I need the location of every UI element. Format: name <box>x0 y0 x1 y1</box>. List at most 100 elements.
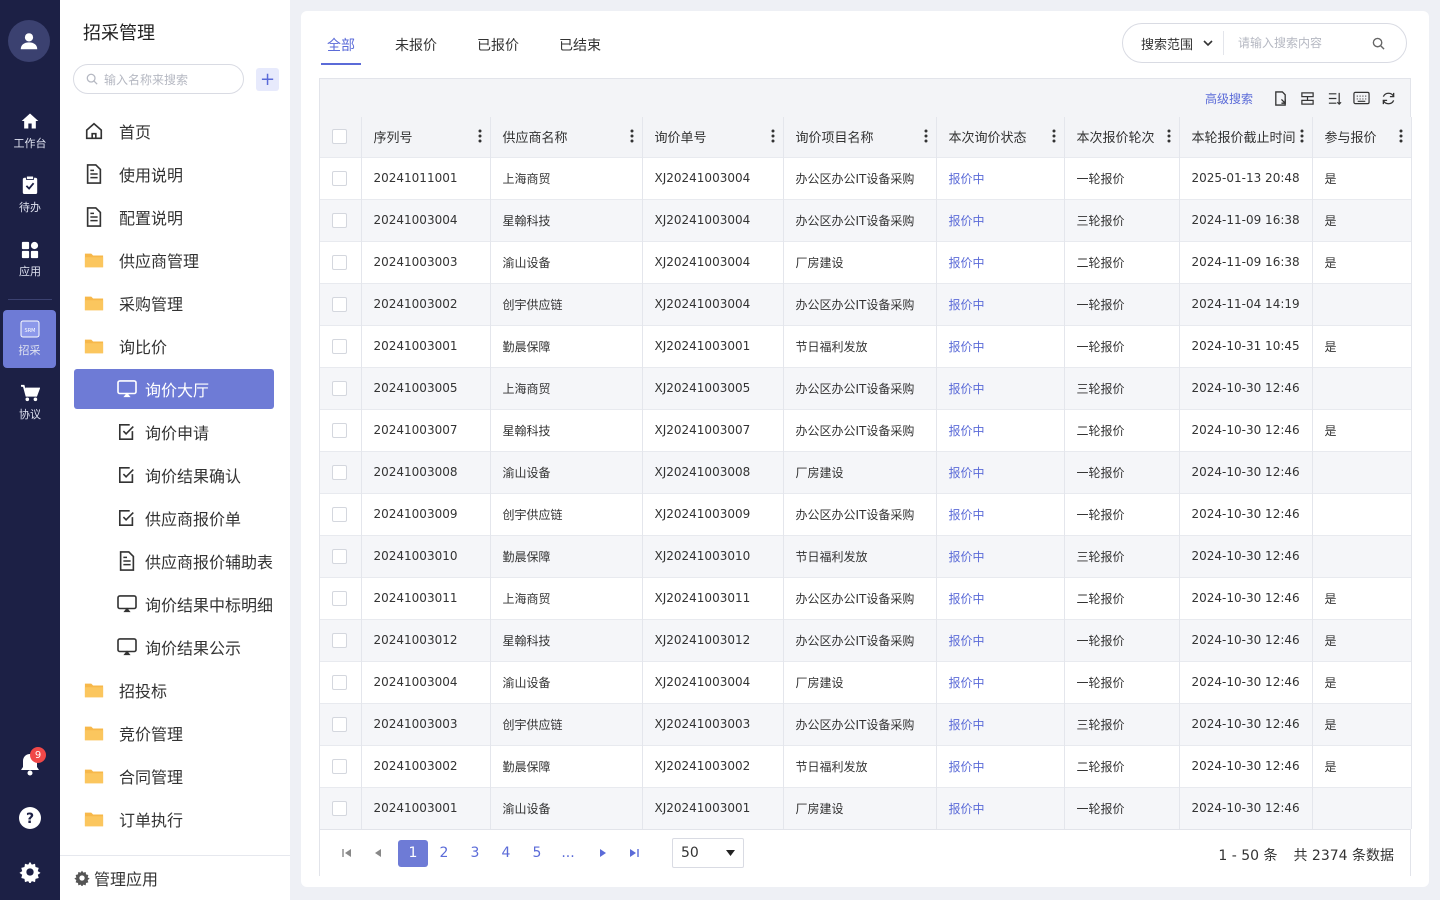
last-page-button[interactable] <box>623 842 645 864</box>
notifications-button[interactable] <box>0 744 60 784</box>
column-header[interactable]: 本次询价状态 <box>936 117 1065 157</box>
table-row[interactable]: 20241003007 星翰科技 XJ20241003007 办公区办公IT设备采购报… <box>320 408 1412 451</box>
sidebar-item-1[interactable]: 使用说明 <box>83 154 283 194</box>
column-menu-icon[interactable] <box>1300 129 1304 147</box>
row-checkbox[interactable] <box>332 380 347 396</box>
table-row[interactable]: 20241003012 星翰科技 XJ20241003012 办公区办公IT设备采购报… <box>320 618 1412 661</box>
column-header[interactable]: 询价项目名称 <box>783 117 937 157</box>
column-menu-icon[interactable] <box>924 129 928 147</box>
column-header[interactable]: 询价单号 <box>642 117 784 157</box>
row-checkbox[interactable] <box>332 212 347 228</box>
row-checkbox[interactable] <box>332 590 347 606</box>
rail-item-todo[interactable]: 待办 <box>0 166 60 224</box>
sidebar-item-5[interactable]: 询比价 <box>83 326 283 366</box>
sidebar-item-11[interactable]: 询价结果中标明细 <box>74 584 274 624</box>
sidebar-item-15[interactable]: 合同管理 <box>83 756 283 796</box>
manage-apps-button[interactable]: 管理应用 <box>60 855 290 900</box>
sidebar-item-2[interactable]: 配置说明 <box>83 197 283 237</box>
tab-ended[interactable]: 已结束 <box>553 31 607 65</box>
user-avatar[interactable] <box>8 20 50 62</box>
table-row[interactable]: 20241003008 渝山设备 XJ20241003008 厂房建设 报价中 一轮报价 2… <box>320 450 1412 493</box>
table-row[interactable]: 20241003004 渝山设备 XJ20241003004 厂房建设 报价中 一轮报价 2… <box>320 660 1412 703</box>
help-button[interactable]: ? <box>0 798 60 838</box>
sidebar-item-9[interactable]: 供应商报价单 <box>74 498 274 538</box>
row-checkbox[interactable] <box>332 716 347 732</box>
sidebar-item-0[interactable]: 首页 <box>83 111 283 151</box>
table-row[interactable]: 20241003010 勤晨保障 XJ20241003010 节日福利发放 报价中 三轮报… <box>320 534 1412 577</box>
row-checkbox[interactable] <box>332 422 347 438</box>
sidebar-item-3[interactable]: 供应商管理 <box>83 240 283 280</box>
rail-item-workbench[interactable]: 工作台 <box>0 102 60 160</box>
row-checkbox[interactable] <box>332 800 347 816</box>
rail-item-agreement[interactable]: 协议 <box>0 374 60 432</box>
sidebar-item-13[interactable]: 招投标 <box>83 670 283 710</box>
tab-all[interactable]: 全部 <box>321 31 361 65</box>
table-row[interactable]: 20241003002 创宇供应链 XJ20241003004 办公区办公IT设备采购… <box>320 282 1412 325</box>
row-checkbox[interactable] <box>332 338 347 354</box>
filter-columns-icon[interactable] <box>1297 88 1317 108</box>
sidebar-add-button[interactable]: + <box>256 68 279 91</box>
table-row[interactable]: 20241003001 渝山设备 XJ20241003001 厂房建设 报价中 一轮报价 2… <box>320 786 1412 829</box>
column-header[interactable]: 本轮报价截止时间 <box>1179 117 1313 157</box>
row-checkbox[interactable] <box>332 464 347 480</box>
search-input[interactable] <box>1238 36 1368 50</box>
page-number-button[interactable]: 3 <box>460 840 490 867</box>
sidebar-item-12[interactable]: 询价结果公示 <box>74 627 274 667</box>
rail-item-apps[interactable]: 应用 <box>0 231 60 289</box>
keyboard-icon[interactable] <box>1351 88 1371 108</box>
page-number-button[interactable]: 5 <box>522 840 552 867</box>
column-menu-icon[interactable] <box>1399 129 1403 147</box>
table-row[interactable]: 20241003002 勤晨保障 XJ20241003002 节日福利发放 报价中 二轮报… <box>320 744 1412 787</box>
next-page-button[interactable] <box>592 842 614 864</box>
column-header[interactable]: 参与报价 <box>1312 117 1412 157</box>
row-checkbox[interactable] <box>332 170 347 186</box>
select-all-checkbox[interactable] <box>332 129 347 145</box>
tab-quoted[interactable]: 已报价 <box>471 31 525 65</box>
sidebar-item-7[interactable]: 询价申请 <box>74 412 274 452</box>
row-checkbox[interactable] <box>332 506 347 522</box>
search-scope-select[interactable]: 搜索范围 <box>1123 34 1223 53</box>
row-checkbox[interactable] <box>332 254 347 270</box>
column-menu-icon[interactable] <box>1167 129 1171 147</box>
table-row[interactable]: 20241003005 上海商贸 XJ20241003005 办公区办公IT设备采购报… <box>320 366 1412 409</box>
row-checkbox[interactable] <box>332 674 347 690</box>
settings-button[interactable] <box>0 852 60 892</box>
column-menu-icon[interactable] <box>1052 129 1056 147</box>
table-row[interactable]: 20241003003 渝山设备 XJ20241003004 厂房建设 报价中 二轮报价 2… <box>320 240 1412 283</box>
tab-not-quoted[interactable]: 未报价 <box>389 31 443 65</box>
column-menu-icon[interactable] <box>478 129 482 147</box>
table-row[interactable]: 20241003001 勤晨保障 XJ20241003001 节日福利发放 报价中 一轮报… <box>320 324 1412 367</box>
table-row[interactable]: 20241003009 创宇供应链 XJ20241003009 办公区办公IT设备采购… <box>320 492 1412 535</box>
table-row[interactable]: 20241003004 星翰科技 XJ20241003004 办公区办公IT设备采购报… <box>320 198 1412 241</box>
prev-page-button[interactable] <box>367 842 389 864</box>
column-header[interactable]: 本次报价轮次 <box>1064 117 1180 157</box>
row-checkbox[interactable] <box>332 632 347 648</box>
first-page-button[interactable] <box>336 842 358 864</box>
sort-icon[interactable] <box>1324 88 1344 108</box>
search-icon[interactable] <box>1372 37 1385 50</box>
table-row[interactable]: 20241011001 上海商贸 XJ20241003004 办公区办公IT设备采购报… <box>320 156 1412 199</box>
page-ellipsis[interactable]: ... <box>553 840 583 867</box>
table-row[interactable]: 20241003003 创宇供应链 XJ20241003003 办公区办公IT设备采购… <box>320 702 1412 745</box>
table-row[interactable]: 20241003011 上海商贸 XJ20241003011 办公区办公IT设备采购报… <box>320 576 1412 619</box>
sidebar-item-10[interactable]: 供应商报价辅助表 <box>74 541 274 581</box>
page-number-button[interactable]: 2 <box>429 840 459 867</box>
column-menu-icon[interactable] <box>771 129 775 147</box>
page-size-select[interactable]: 50 <box>672 838 744 868</box>
sidebar-item-8[interactable]: 询价结果确认 <box>74 455 274 495</box>
row-checkbox[interactable] <box>332 758 347 774</box>
column-menu-icon[interactable] <box>630 129 634 147</box>
refresh-icon[interactable] <box>1378 88 1398 108</box>
export-icon[interactable] <box>1270 88 1290 108</box>
rail-item-procurement[interactable]: SRM 招采 <box>3 310 56 368</box>
sidebar-item-16[interactable]: 订单执行 <box>83 799 283 839</box>
advanced-search-link[interactable]: 高级搜索 <box>1205 90 1253 107</box>
row-checkbox[interactable] <box>332 296 347 312</box>
column-header[interactable]: 供应商名称 <box>490 117 643 157</box>
sidebar-item-4[interactable]: 采购管理 <box>83 283 283 323</box>
column-header[interactable]: 序列号 <box>361 117 491 157</box>
sidebar-search[interactable]: 输入名称来搜索 <box>73 64 244 94</box>
page-number-button[interactable]: 4 <box>491 840 521 867</box>
page-number-button[interactable]: 1 <box>398 839 428 867</box>
row-checkbox[interactable] <box>332 548 347 564</box>
